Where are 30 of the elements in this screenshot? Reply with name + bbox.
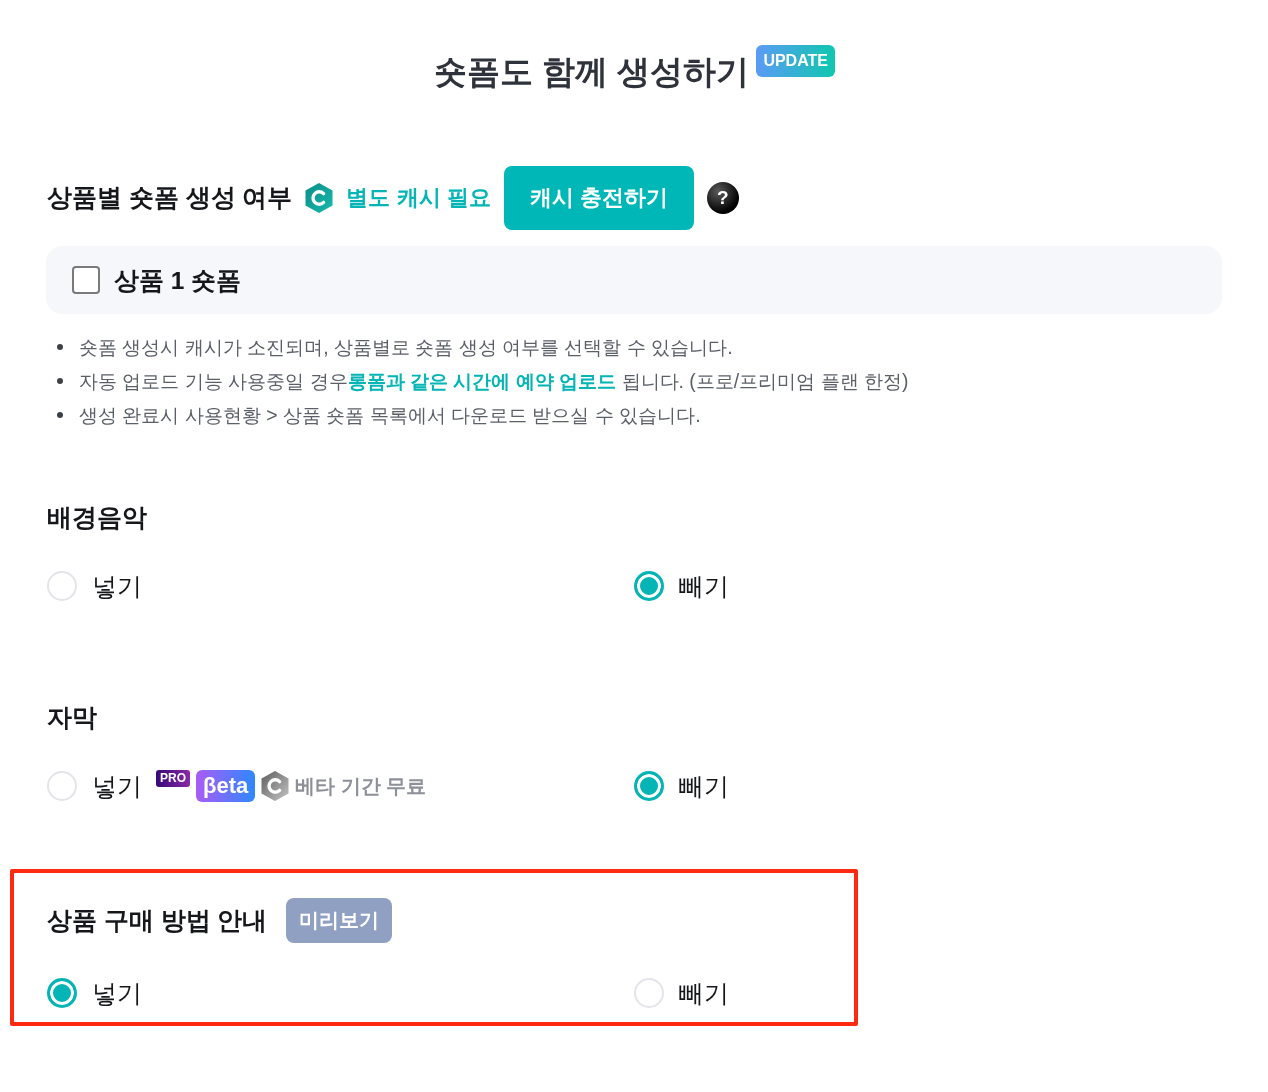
help-button[interactable]: ? [706, 182, 739, 214]
note-text: 생성 완료시 사용현황 > 상품 숏폼 목록에서 다운로드 받으실 수 있습니다. [79, 402, 701, 428]
option-label[interactable]: 넣기 [92, 769, 142, 803]
radio-button[interactable] [47, 978, 77, 1008]
bullet-icon [57, 344, 63, 350]
section-heading: 자막 [47, 703, 97, 733]
section-heading: 상품별 숏폼 생성 여부 [47, 183, 293, 213]
product-label[interactable]: 상품 1 숏폼 [114, 263, 242, 297]
radio-button[interactable] [634, 571, 664, 601]
update-badge: UPDATE [756, 45, 835, 77]
option-label[interactable]: 넣기 [92, 976, 142, 1010]
pro-badge: PRO [156, 770, 190, 787]
option-label[interactable]: 빼기 [679, 976, 729, 1010]
option-label[interactable]: 넣기 [92, 569, 142, 603]
note-text: 숏폼 생성시 캐시가 소진되며, 상품별로 숏폼 생성 여부를 선택할 수 있습니다. [79, 334, 733, 360]
hexagon-c-icon [305, 183, 334, 213]
note-text: 자동 업로드 기능 사용중일 경우롱폼과 같은 시간에 예약 업로드 됩니다. (프로/프리미엄 플랜 한정) [79, 368, 909, 394]
section-heading: 상품 구매 방법 안내 [47, 905, 268, 936]
bullet-icon [57, 412, 63, 418]
section-heading: 배경음악 [47, 503, 147, 533]
option-label[interactable]: 빼기 [679, 569, 729, 603]
option-label[interactable]: 빼기 [679, 769, 729, 803]
checkbox[interactable] [72, 266, 100, 294]
hexagon-c-icon [261, 771, 290, 801]
free-note: 베타 기간 무료 [295, 773, 427, 799]
cash-note: 별도 캐시 필요 [346, 184, 491, 212]
beta-badge: βeta [196, 770, 256, 802]
page-title: 숏폼도 함께 생성하기 [434, 52, 750, 92]
radio-button[interactable] [634, 771, 664, 801]
bullet-icon [57, 378, 63, 384]
